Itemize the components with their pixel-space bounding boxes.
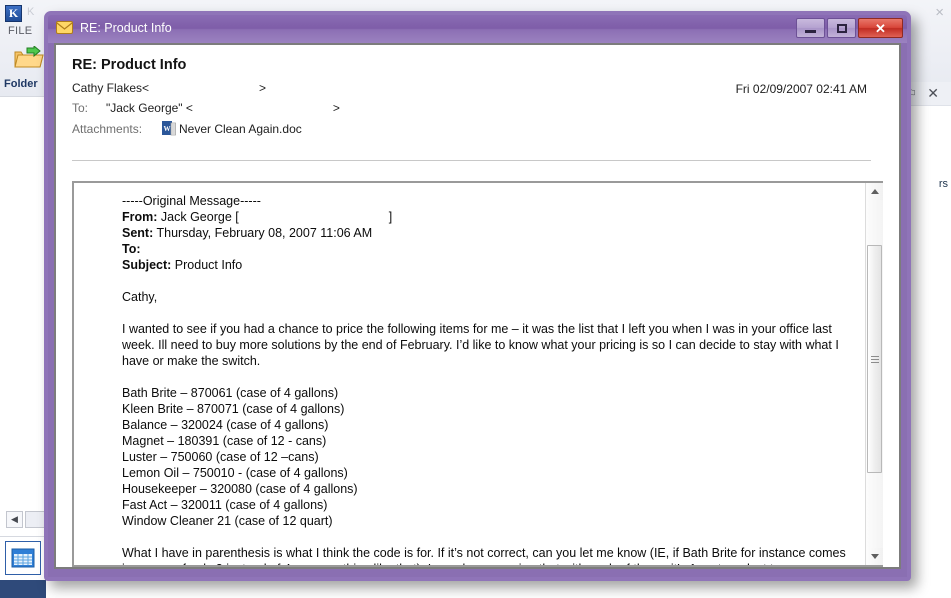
list-item: Luster – 750060 (case of 12 –cans) bbox=[122, 450, 319, 464]
sender-name: Cathy Flakes bbox=[72, 81, 143, 95]
message-header: RE: Product Info Cathy Flakes< > Fri 02/0… bbox=[72, 57, 883, 181]
list-item: Lemon Oil – 750010 - (case of 4 gallons) bbox=[122, 466, 348, 480]
list-item: Balance – 320024 (case of 4 gallons) bbox=[122, 418, 329, 432]
message-date: Fri 02/09/2007 02:41 AM bbox=[735, 82, 867, 96]
message-subject: RE: Product Info bbox=[72, 57, 187, 73]
close-button[interactable]: ✕ bbox=[858, 18, 903, 38]
quoted-sent-value: Thursday, February 08, 2007 11:06 AM bbox=[156, 226, 373, 240]
list-item: Bath Brite – 870061 (case of 4 gallons) bbox=[122, 386, 339, 400]
list-item: Housekeeper – 320080 (case of 4 gallons) bbox=[122, 482, 358, 496]
sender-open-bracket: < bbox=[142, 81, 150, 95]
window-title: RE: Product Info bbox=[80, 21, 172, 35]
collapse-arrow-button[interactable]: ◀ bbox=[6, 511, 23, 528]
attachments-label: Attachments: bbox=[72, 122, 143, 136]
header-divider bbox=[72, 160, 871, 161]
attachment-name[interactable]: Never Clean Again.doc bbox=[179, 122, 302, 136]
maximize-icon bbox=[836, 23, 847, 33]
list-item: Magnet – 180391 (case of 12 - cans) bbox=[122, 434, 327, 448]
body-paragraph-1: I wanted to see if you had a chance to p… bbox=[122, 322, 839, 368]
to-value: "Jack George" < bbox=[106, 101, 193, 115]
quoted-from-close-bracket: ] bbox=[388, 210, 393, 224]
to-label: To: bbox=[72, 101, 89, 115]
grip-icon bbox=[870, 354, 879, 365]
list-item: Kleen Brite – 870071 (case of 4 gallons) bbox=[122, 402, 345, 416]
window-controls: ✕ bbox=[796, 18, 903, 38]
message-reader: RE: Product Info Cathy Flakes< > Fri 02/0… bbox=[56, 45, 899, 567]
chevron-up-icon bbox=[870, 189, 879, 194]
body-paragraph-2: What I have in parenthesis is what I thi… bbox=[122, 546, 846, 565]
body-greeting: Cathy, bbox=[122, 290, 158, 304]
original-message-divider: -----Original Message----- bbox=[122, 194, 261, 208]
mail-message-window: RE: Product Info ✕ RE: Product Info Cath… bbox=[44, 11, 911, 581]
quoted-subject-value: Product Info bbox=[174, 258, 243, 272]
quoted-subject-row: Subject: Product Info bbox=[122, 257, 853, 273]
body-spacer-3 bbox=[122, 369, 853, 385]
sender-close-bracket: > bbox=[259, 81, 267, 95]
envelope-icon bbox=[56, 21, 73, 34]
list-item: Fast Act – 320011 (case of 4 gallons) bbox=[122, 498, 328, 512]
background-app-title: K bbox=[27, 6, 35, 18]
background-nav-divider bbox=[0, 536, 46, 537]
scrollbar-thumb[interactable] bbox=[867, 245, 882, 473]
minimize-icon bbox=[805, 29, 816, 33]
message-body-text: -----Original Message----- From: Jack Ge… bbox=[74, 183, 865, 565]
list-item: Window Cleaner 21 (case of 12 quart) bbox=[122, 514, 333, 528]
body-spacer-1 bbox=[122, 273, 853, 289]
body-spacer-4 bbox=[122, 529, 853, 545]
attachments-row: Attachments: W Never Clean Again.doc bbox=[72, 121, 302, 136]
background-folder-group-label: Folder bbox=[4, 78, 38, 90]
quoted-from-row: From: Jack George [] bbox=[122, 209, 853, 225]
quoted-from-label: From: bbox=[122, 210, 158, 224]
window-titlebar[interactable]: RE: Product Info ✕ bbox=[48, 15, 907, 43]
background-app-icon: K bbox=[5, 5, 22, 22]
sender-row: Cathy Flakes< > bbox=[72, 81, 266, 95]
quoted-sent-label: Sent: bbox=[122, 226, 154, 240]
quoted-sent-row: Sent: Thursday, February 08, 2007 11:06 … bbox=[122, 225, 853, 241]
window-client-frame: RE: Product Info Cathy Flakes< > Fri 02/0… bbox=[54, 43, 901, 569]
panel-close-icon[interactable]: ✕ bbox=[927, 86, 939, 100]
close-icon: ✕ bbox=[875, 20, 886, 36]
quoted-from-value: Jack George [ bbox=[160, 210, 239, 224]
svg-text:W: W bbox=[164, 125, 171, 133]
to-row: To: "Jack George" < > bbox=[72, 101, 340, 115]
background-file-tab[interactable]: FILE bbox=[8, 25, 32, 37]
background-status-strip bbox=[0, 580, 46, 598]
scrollbar-track[interactable] bbox=[866, 200, 883, 548]
background-folders-pane-label: rs bbox=[938, 178, 948, 190]
body-scrollbar[interactable] bbox=[865, 183, 883, 565]
to-close-bracket: > bbox=[332, 101, 340, 115]
message-body-pane: -----Original Message----- From: Jack Ge… bbox=[72, 181, 883, 567]
open-folder-icon[interactable] bbox=[14, 44, 44, 70]
quoted-to-row: To: bbox=[122, 241, 853, 257]
product-item-list: Bath Brite – 870061 (case of 4 gallons) … bbox=[122, 385, 853, 529]
quoted-to-label: To: bbox=[122, 242, 141, 256]
maximize-button[interactable] bbox=[827, 18, 856, 38]
body-spacer-2 bbox=[122, 305, 853, 321]
quoted-subject-label: Subject: bbox=[122, 258, 172, 272]
calendar-nav-button[interactable] bbox=[5, 541, 41, 575]
minimize-button[interactable] bbox=[796, 18, 825, 38]
scroll-down-button[interactable] bbox=[866, 548, 883, 565]
background-close-icon[interactable]: × bbox=[935, 5, 944, 20]
scroll-up-button[interactable] bbox=[866, 183, 883, 200]
chevron-down-icon bbox=[870, 554, 879, 559]
word-document-icon: W bbox=[162, 121, 176, 136]
